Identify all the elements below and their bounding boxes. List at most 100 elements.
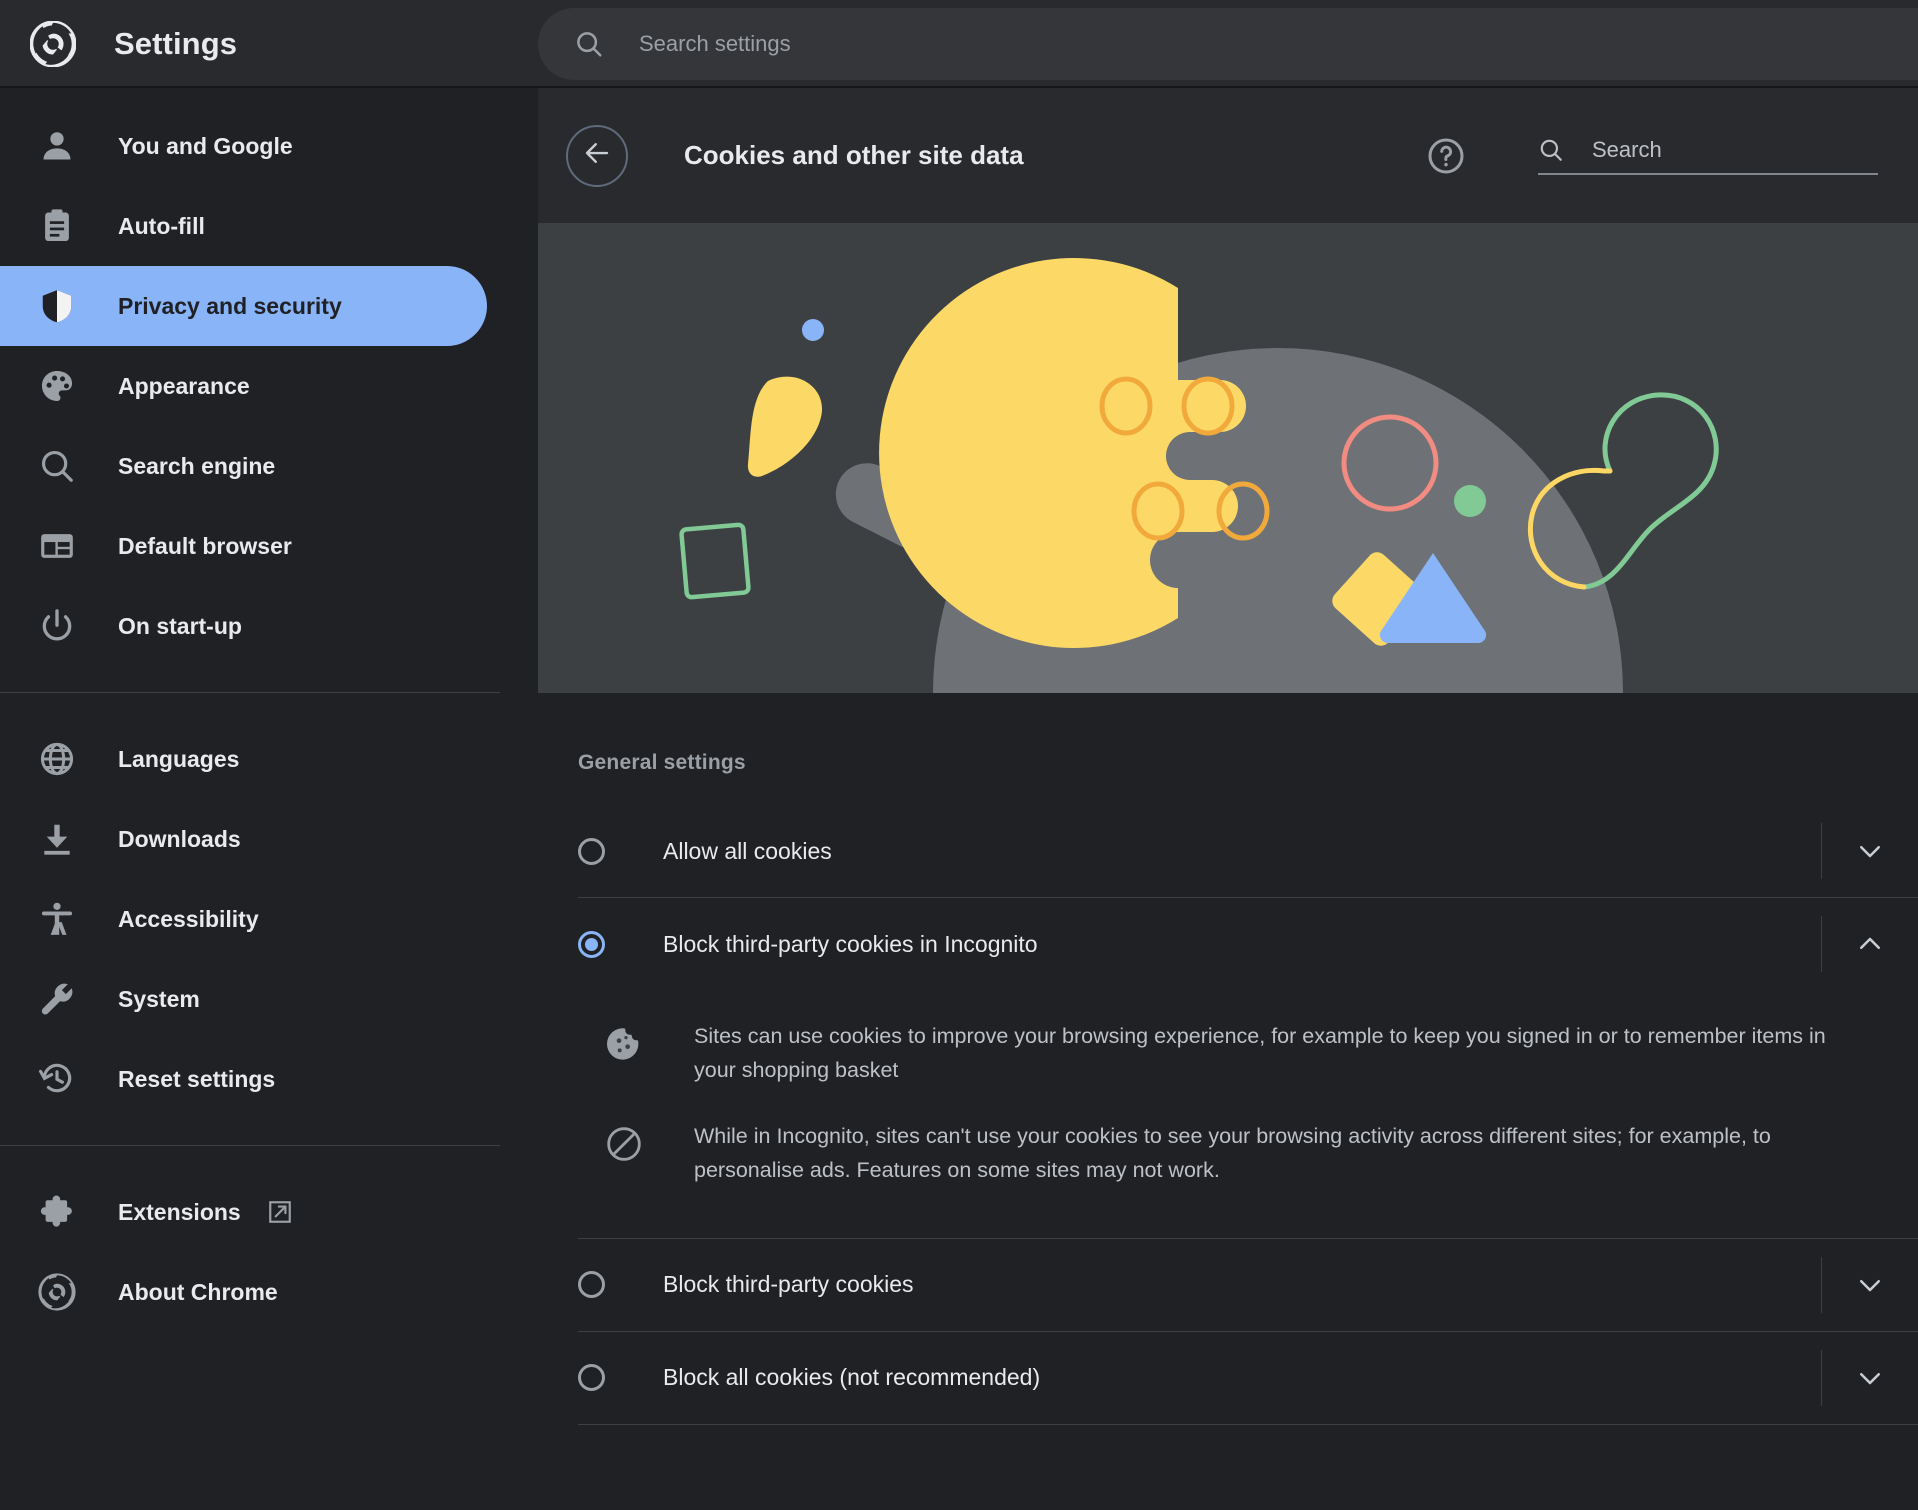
chrome-logo-icon bbox=[29, 20, 77, 68]
sidebar-group-main: You and Google Auto-fill Privacy and sec… bbox=[0, 106, 538, 666]
main-body: You and Google Auto-fill Privacy and sec… bbox=[0, 88, 1918, 1510]
clipboard-icon bbox=[38, 207, 76, 245]
chevron-up-icon[interactable] bbox=[1822, 929, 1918, 959]
content-pane: Cookies and other site data Search Gener… bbox=[538, 88, 1918, 1510]
option-label: Block third-party cookies in Incognito bbox=[663, 930, 1038, 957]
wrench-icon bbox=[38, 980, 76, 1018]
sidebar-item-label: Default browser bbox=[118, 532, 292, 559]
sidebar-item-label: System bbox=[118, 985, 200, 1012]
chrome-logo-icon bbox=[38, 1273, 76, 1311]
settings-window: Settings Search settings You and Google bbox=[0, 0, 1918, 1510]
sidebar-group-footer: Extensions About Chrome bbox=[0, 1172, 538, 1332]
option-right-controls bbox=[1821, 805, 1918, 897]
sidebar-item-label: Appearance bbox=[118, 372, 250, 399]
search-icon bbox=[1538, 137, 1564, 163]
radio-option-block-all-cookies[interactable]: Block all cookies (not recommended) bbox=[538, 1332, 1918, 1424]
top-bar: Settings Search settings bbox=[0, 0, 1918, 88]
section-label-general-settings: General settings bbox=[578, 751, 746, 774]
sidebar-item-accessibility[interactable]: Accessibility bbox=[0, 879, 487, 959]
radio-button[interactable] bbox=[578, 930, 605, 958]
puzzle-icon bbox=[38, 1193, 76, 1231]
settings-search-placeholder: Search settings bbox=[639, 31, 791, 56]
sidebar-item-label: Reset settings bbox=[118, 1065, 276, 1092]
header-actions: Search bbox=[1426, 136, 1878, 176]
sidebar-item-reset-settings[interactable]: Reset settings bbox=[0, 1039, 487, 1119]
option-right-controls bbox=[1821, 1332, 1918, 1424]
cookie-options-radio-group: Allow all cookies Block third-party cook… bbox=[538, 805, 1918, 1425]
back-button[interactable] bbox=[566, 124, 628, 187]
radio-button[interactable] bbox=[578, 1364, 605, 1392]
sidebar-item-on-start-up[interactable]: On start-up bbox=[0, 586, 487, 666]
power-icon bbox=[38, 607, 76, 645]
block-icon bbox=[604, 1124, 644, 1164]
sidebar-item-default-browser[interactable]: Default browser bbox=[0, 506, 487, 586]
browser-window-icon bbox=[38, 527, 76, 565]
page-title: Cookies and other site data bbox=[684, 140, 1024, 170]
row-divider bbox=[578, 1423, 1918, 1425]
sidebar-item-label: You and Google bbox=[118, 132, 293, 159]
option-expanded-details: Sites can use cookies to improve your br… bbox=[538, 990, 1918, 1238]
chevron-down-icon[interactable] bbox=[1822, 1363, 1918, 1393]
option-right-controls bbox=[1821, 898, 1918, 990]
option-label: Block all cookies (not recommended) bbox=[663, 1364, 1041, 1391]
help-circle-icon[interactable] bbox=[1426, 136, 1466, 176]
detail-text: Sites can use cookies to improve your br… bbox=[694, 1024, 1826, 1082]
sidebar-divider-2 bbox=[0, 1145, 500, 1146]
sidebar-item-privacy-and-security[interactable]: Privacy and security bbox=[0, 266, 487, 346]
sidebar-item-label: About Chrome bbox=[118, 1278, 278, 1305]
shield-icon bbox=[38, 287, 76, 325]
general-settings-section: General settings Allow all cookies Block… bbox=[538, 693, 1918, 1510]
sidebar-item-extensions[interactable]: Extensions bbox=[0, 1172, 487, 1252]
sidebar-item-system[interactable]: System bbox=[0, 959, 487, 1039]
settings-search-box[interactable]: Search settings bbox=[538, 8, 1918, 80]
content-header: Cookies and other site data Search bbox=[538, 88, 1918, 223]
radio-button[interactable] bbox=[578, 837, 605, 865]
sidebar-nav: You and Google Auto-fill Privacy and sec… bbox=[0, 88, 538, 1510]
content-search-placeholder: Search bbox=[1592, 136, 1662, 162]
palette-icon bbox=[38, 367, 76, 405]
sidebar-item-search-engine[interactable]: Search engine bbox=[0, 426, 487, 506]
option-label: Block third-party cookies bbox=[663, 1271, 914, 1298]
sidebar-item-appearance[interactable]: Appearance bbox=[0, 346, 487, 426]
magnifier-icon bbox=[38, 447, 76, 485]
detail-row: Sites can use cookies to improve your br… bbox=[538, 1004, 1918, 1104]
chevron-down-icon[interactable] bbox=[1822, 1270, 1918, 1300]
option-label: Allow all cookies bbox=[663, 837, 832, 864]
sidebar-item-about-chrome[interactable]: About Chrome bbox=[0, 1252, 487, 1332]
sidebar-item-label: Languages bbox=[118, 745, 240, 772]
radio-option-block-third-party-incognito[interactable]: Block third-party cookies in Incognito bbox=[538, 898, 1918, 990]
open-in-new-icon[interactable] bbox=[267, 1199, 293, 1225]
sidebar-item-languages[interactable]: Languages bbox=[0, 719, 487, 799]
search-icon bbox=[574, 29, 604, 59]
sidebar-item-label: On start-up bbox=[118, 612, 242, 639]
radio-option-allow-all-cookies[interactable]: Allow all cookies bbox=[538, 805, 1918, 897]
app-title: Settings bbox=[114, 26, 238, 61]
sidebar-item-label: Extensions bbox=[118, 1198, 241, 1225]
option-right-controls bbox=[1821, 1239, 1918, 1331]
sidebar-item-label: Accessibility bbox=[118, 905, 259, 932]
accessibility-icon bbox=[38, 900, 76, 938]
cookie-icon bbox=[604, 1024, 644, 1064]
sidebar-item-label: Downloads bbox=[118, 825, 241, 852]
sidebar-item-downloads[interactable]: Downloads bbox=[0, 799, 487, 879]
globe-icon bbox=[38, 740, 76, 778]
history-restore-icon bbox=[38, 1060, 76, 1098]
chevron-down-icon[interactable] bbox=[1822, 836, 1918, 866]
sidebar-item-label: Search engine bbox=[118, 452, 276, 479]
cookies-illustration bbox=[538, 223, 1918, 693]
sidebar-item-auto-fill[interactable]: Auto-fill bbox=[0, 186, 487, 266]
radio-option-block-third-party-cookies[interactable]: Block third-party cookies bbox=[538, 1239, 1918, 1331]
sidebar-item-you-and-google[interactable]: You and Google bbox=[0, 106, 487, 186]
content-search-input[interactable]: Search bbox=[1538, 137, 1878, 175]
sidebar-divider-1 bbox=[0, 692, 500, 693]
sidebar-item-label: Auto-fill bbox=[118, 212, 205, 239]
brand-area: Settings bbox=[0, 20, 538, 68]
sidebar-item-label: Privacy and security bbox=[118, 292, 342, 319]
person-icon bbox=[38, 127, 76, 165]
download-icon bbox=[38, 820, 76, 858]
detail-text: While in Incognito, sites can't use your… bbox=[694, 1123, 1771, 1182]
detail-row: While in Incognito, sites can't use your… bbox=[538, 1104, 1918, 1204]
sidebar-group-advanced: Languages Downloads Accessibility System… bbox=[0, 719, 538, 1119]
radio-button[interactable] bbox=[578, 1271, 605, 1299]
arrow-back-icon bbox=[582, 138, 612, 173]
